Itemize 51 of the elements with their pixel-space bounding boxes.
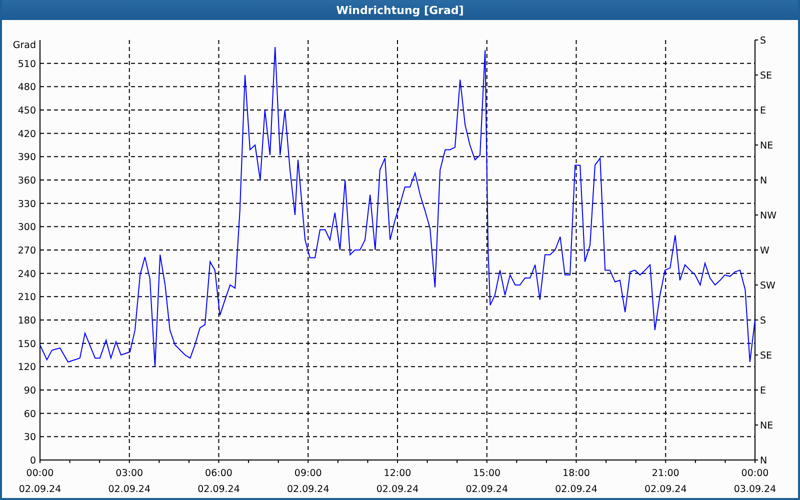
y-tick-label: 150 [18,338,36,350]
x-tick-label: 12:00 [384,468,412,479]
y-tick-label: 120 [18,362,36,374]
y-tick-label: 270 [18,246,36,256]
y-tick-label: 240 [18,268,36,280]
x-tick-label: 18:00 [562,468,590,479]
direction-tick-label: E [760,106,766,116]
y-tick-label: 300 [18,222,36,234]
x-tick-label: 15:00 [473,468,501,479]
y-tick-label: 0 [30,456,36,466]
direction-tick-label: NE [760,420,774,432]
y-tick-label: 30 [24,432,36,444]
y-tick-label: 390 [18,152,36,164]
direction-tick-label: W [760,246,770,256]
x-tick-date: 02.09.24 [376,484,419,495]
x-tick-label: 03:00 [116,468,144,479]
y-tick-label: 60 [24,408,36,420]
y-tick-label: 480 [18,82,36,94]
direction-tick-label: SW [760,280,776,292]
y-axis-label: Grad [12,40,36,51]
x-tick-date: 02.09.24 [644,484,687,495]
x-tick-label: 00:00 [26,468,54,479]
direction-tick-label: SE [760,350,772,362]
y-tick-label: 330 [18,198,36,210]
direction-tick-label: N [760,176,768,186]
x-tick-date: 02.09.24 [466,484,508,495]
window-title: Windrichtung [Grad] [336,4,464,16]
direction-tick-label: S [760,36,766,46]
y-tick-label: 360 [18,176,36,186]
y-tick-label: 420 [18,128,36,140]
x-tick-date: 02.09.24 [108,484,151,495]
x-tick-date: 02.09.24 [18,484,62,495]
x-tick-label: 00:00 [741,468,769,479]
x-tick-date: 02.09.24 [286,484,330,495]
y-tick-label: 180 [18,316,36,326]
y-tick-label: 450 [18,106,36,116]
direction-tick-label: N [760,456,768,466]
direction-tick-label: NE [760,140,774,152]
direction-tick-label: NW [760,210,776,222]
x-tick-label: 21:00 [652,468,680,479]
x-tick-date: 02.09.24 [198,484,240,495]
x-tick-label: 06:00 [205,468,232,479]
x-tick-date: 02.09.24 [555,484,598,495]
direction-tick-label: SE [760,70,772,82]
y-tick-label: 510 [18,58,36,70]
x-tick-date: 03.09.24 [734,484,776,495]
direction-tick-label: E [760,386,766,396]
x-tick-label: 09:00 [294,468,322,479]
y-tick-label: 210 [18,292,36,304]
y-tick-label: 90 [24,386,36,396]
direction-tick-label: S [760,316,766,326]
